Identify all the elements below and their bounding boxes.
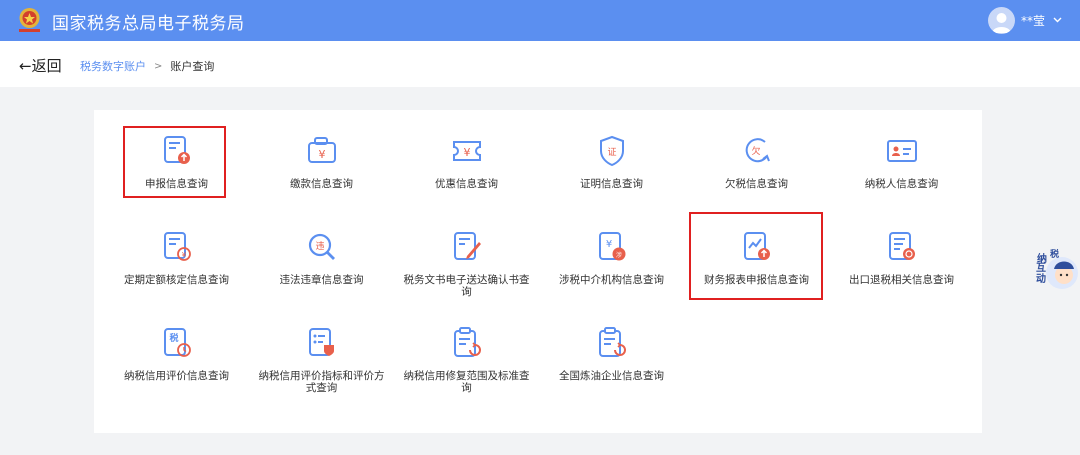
tile-export-refund-query[interactable]: 出口退税相关信息查询 <box>829 206 974 286</box>
tile-label: 欠税信息查询 <box>725 178 788 190</box>
svg-text:欠: 欠 <box>751 145 760 157</box>
tile-taxpayer-query[interactable]: 纳税人信息查询 <box>829 110 974 190</box>
tile-label: 违法违章信息查询 <box>279 274 364 286</box>
discount-icon: ¥ <box>452 141 481 161</box>
avatar[interactable] <box>987 6 1015 34</box>
user-name[interactable]: **莹 <box>1021 12 1045 29</box>
app-title: 国家税务总局电子税务局 <box>52 14 245 34</box>
tile-label: 纳税信用评价信息查询 <box>124 370 229 382</box>
breadcrumb-separator: > <box>154 60 163 72</box>
refinery-icon <box>598 327 626 357</box>
breadcrumb-item-tax-digital-account[interactable]: 税务数字账户 <box>80 58 146 74</box>
tile-financial-report-query[interactable]: 财务报表申报信息查询 <box>684 206 829 286</box>
tile-label: 出口退税相关信息查询 <box>849 274 954 286</box>
floating-help-button[interactable]: 纳 互动 税 <box>1034 245 1080 297</box>
tile-certificate-query[interactable]: 证 证明信息查询 <box>539 110 684 190</box>
svg-text:证: 证 <box>607 147 616 158</box>
tile-label: 全国炼油企业信息查询 <box>559 370 664 382</box>
floating-help-label-c: 税 <box>1050 250 1060 260</box>
tile-violation-query[interactable]: 违 违法违章信息查询 <box>249 206 394 286</box>
svg-text:¥: ¥ <box>181 251 186 259</box>
tile-declaration-query[interactable]: 申报信息查询 <box>104 110 249 190</box>
tile-label: 定期定额核定信息查询 <box>124 274 229 286</box>
back-button[interactable]: ←返回 <box>19 55 62 76</box>
credit-index-icon <box>308 328 334 356</box>
tile-arrears-query[interactable]: 欠 欠税信息查询 <box>684 110 829 190</box>
tile-label: 证明信息查询 <box>580 178 643 190</box>
credit-repair-icon <box>453 327 481 357</box>
floating-help-label-b: 互动 <box>1036 263 1046 285</box>
certificate-icon: 证 <box>599 135 624 167</box>
tile-label: 纳税人信息查询 <box>864 178 939 190</box>
svg-text:¥: ¥ <box>605 239 611 250</box>
breadcrumb-item-account-query: 账户查询 <box>170 60 215 73</box>
top-navigation-bar: 国家税务总局电子税务局 **莹 <box>0 0 1080 41</box>
svg-text:违: 违 <box>315 241 324 252</box>
breadcrumb: 税务数字账户 > 账户查询 <box>80 58 214 74</box>
export-refund-icon <box>888 232 915 260</box>
tile-credit-evaluation-query[interactable]: 税 纳税信用评价信息查询 <box>104 302 249 382</box>
declaration-icon <box>163 136 190 164</box>
tile-label: 缴款信息查询 <box>290 178 353 190</box>
user-menu[interactable]: **莹 <box>987 6 1062 34</box>
tile-label: 财务报表申报信息查询 <box>704 274 809 286</box>
financial-report-icon <box>743 232 770 260</box>
tile-discount-query[interactable]: ¥ 优惠信息查询 <box>394 110 539 190</box>
tile-label: 纳税信用修复范围及标准查询 <box>403 370 530 394</box>
chevron-down-icon[interactable] <box>1053 15 1062 26</box>
tile-fixed-quota-query[interactable]: ¥ 定期定额核定信息查询 <box>104 206 249 286</box>
tile-label: 纳税信用评价指标和评价方式查询 <box>258 370 385 394</box>
tile-label: 涉税中介机构信息查询 <box>559 274 664 286</box>
violation-search-icon: 违 <box>308 233 335 260</box>
query-menu-card: 申报信息查询 ¥ 缴款信息查询 ¥ 优惠信息查询 证 证明信息查询 欠 欠税信息… <box>94 110 982 433</box>
tile-agency-query[interactable]: ¥ 涉 涉税中介机构信息查询 <box>539 206 684 286</box>
fixed-quota-icon: ¥ <box>163 232 191 261</box>
tile-document-confirmation-query[interactable]: 税务文书电子送达确认书查询 <box>394 206 539 298</box>
tile-credit-repair-query[interactable]: 纳税信用修复范围及标准查询 <box>394 302 539 394</box>
tile-payment-query[interactable]: ¥ 缴款信息查询 <box>249 110 394 190</box>
tile-label: 税务文书电子送达确认书查询 <box>403 274 530 298</box>
tile-credit-index-query[interactable]: 纳税信用评价指标和评价方式查询 <box>249 302 394 394</box>
tax-emblem-icon[interactable] <box>15 5 44 35</box>
tile-label: 优惠信息查询 <box>435 178 498 190</box>
document-edit-icon <box>453 232 481 260</box>
payment-icon: ¥ <box>307 137 336 163</box>
agency-icon: ¥ 涉 <box>598 232 625 261</box>
tile-label: 申报信息查询 <box>145 178 208 190</box>
svg-text:¥: ¥ <box>318 148 325 161</box>
svg-text:¥: ¥ <box>463 146 470 159</box>
taxpayer-card-icon <box>886 140 917 162</box>
svg-text:涉: 涉 <box>615 251 621 259</box>
credit-evaluation-icon: 税 <box>163 328 191 357</box>
tile-refinery-query[interactable]: 全国炼油企业信息查询 <box>539 302 684 382</box>
breadcrumb-bar: ←返回 税务数字账户 > 账户查询 <box>0 41 1080 87</box>
svg-text:税: 税 <box>169 332 178 344</box>
arrears-icon: 欠 <box>745 138 770 163</box>
